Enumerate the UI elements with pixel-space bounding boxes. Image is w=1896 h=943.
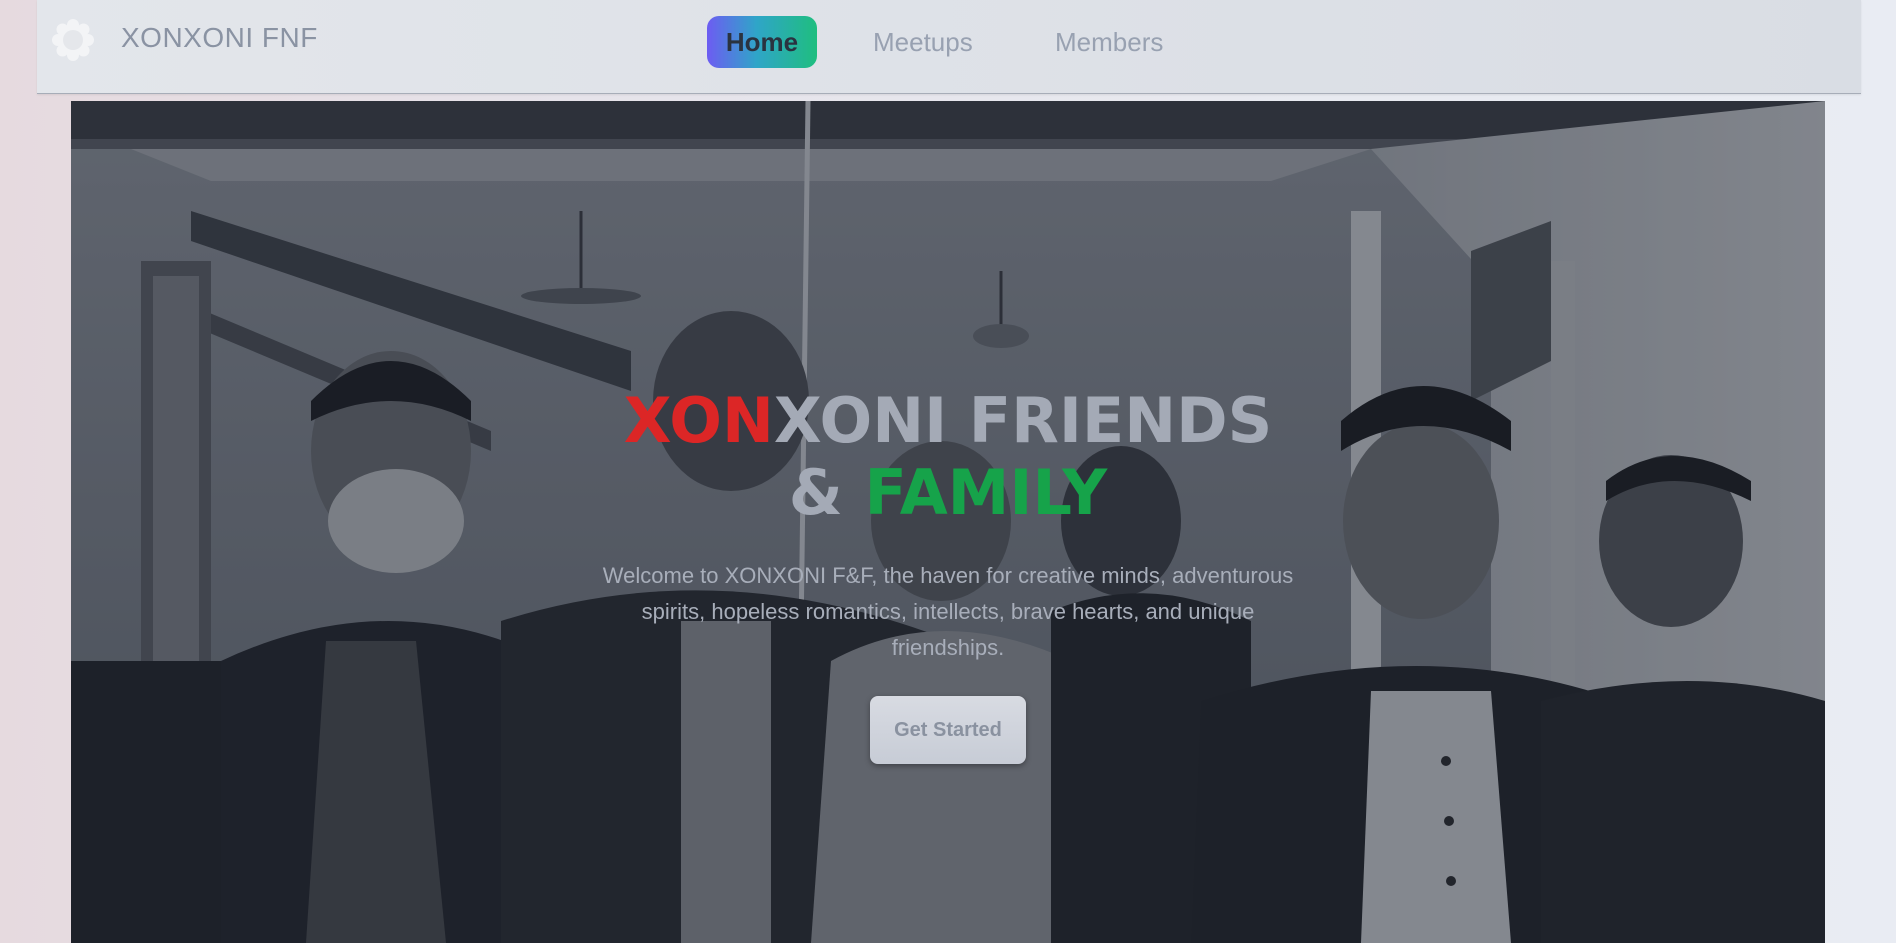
nav-members-link[interactable]: Members bbox=[1055, 16, 1163, 68]
hero-section: XONXONI FRIENDS & FAMILY Welcome to XONX… bbox=[71, 101, 1825, 943]
hero-title-amp: & bbox=[788, 456, 865, 529]
hero-title: XONXONI FRIENDS & FAMILY bbox=[71, 385, 1825, 529]
hero-title-red: XON bbox=[623, 384, 774, 457]
top-navbar: XONXONI FNF Home Meetups Members bbox=[37, 0, 1861, 94]
brand-name[interactable]: XONXONI FNF bbox=[121, 22, 318, 54]
hero-title-green: FAMILY bbox=[864, 456, 1108, 529]
nav-meetups-link[interactable]: Meetups bbox=[873, 16, 973, 68]
hero-title-rest: XONI FRIENDS bbox=[773, 384, 1273, 457]
hero-description: Welcome to XONXONI F&F, the haven for cr… bbox=[602, 563, 1294, 660]
flower-logo-icon[interactable] bbox=[49, 16, 97, 64]
get-started-button[interactable]: Get Started bbox=[870, 696, 1026, 764]
nav-home-link[interactable]: Home bbox=[707, 16, 817, 68]
